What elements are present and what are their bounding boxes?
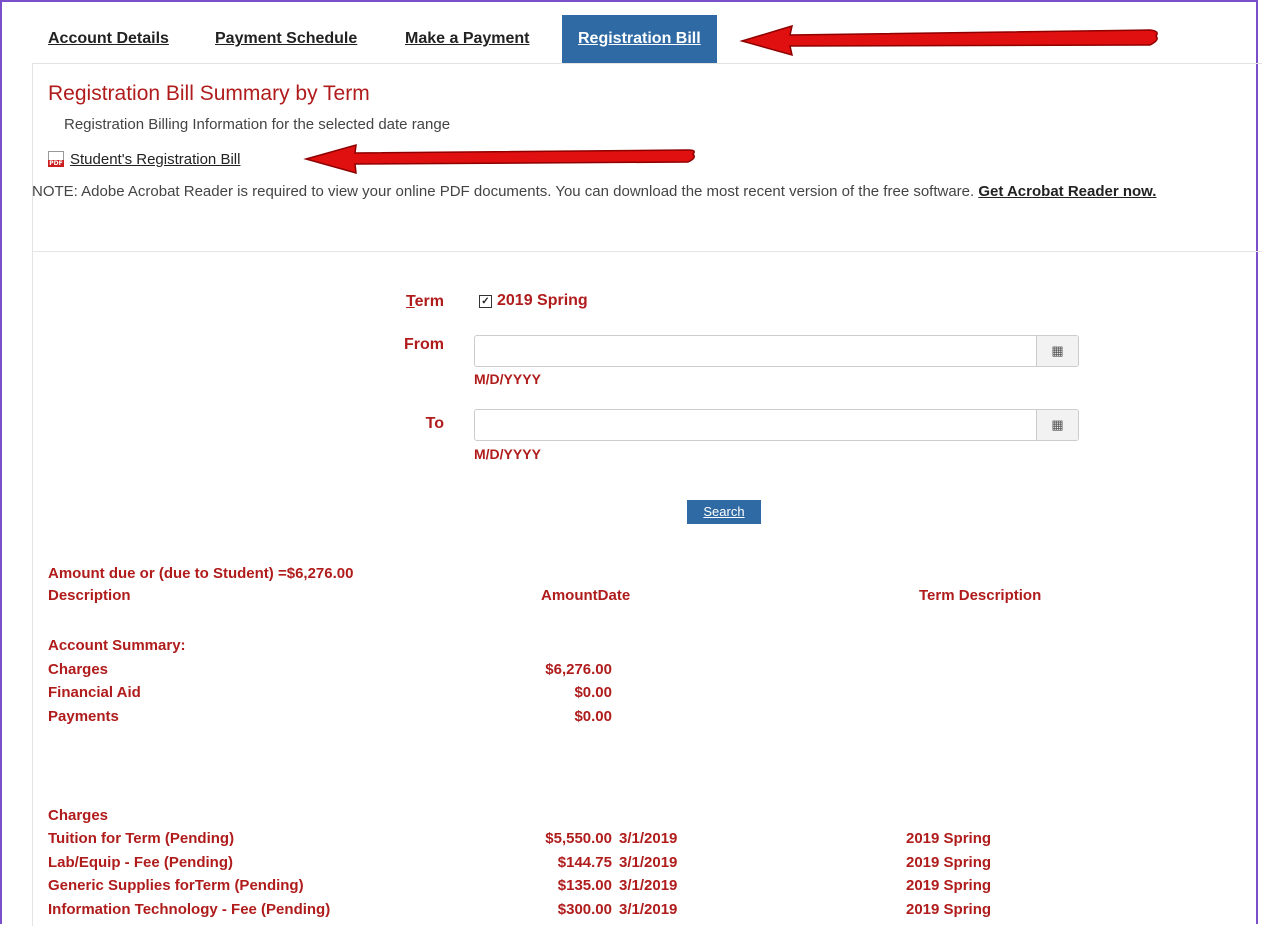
arrow-to-registration-bill-tab [739,24,1158,57]
annotation-arrows [303,24,1158,175]
arrow-to-pdf-link [303,143,695,175]
